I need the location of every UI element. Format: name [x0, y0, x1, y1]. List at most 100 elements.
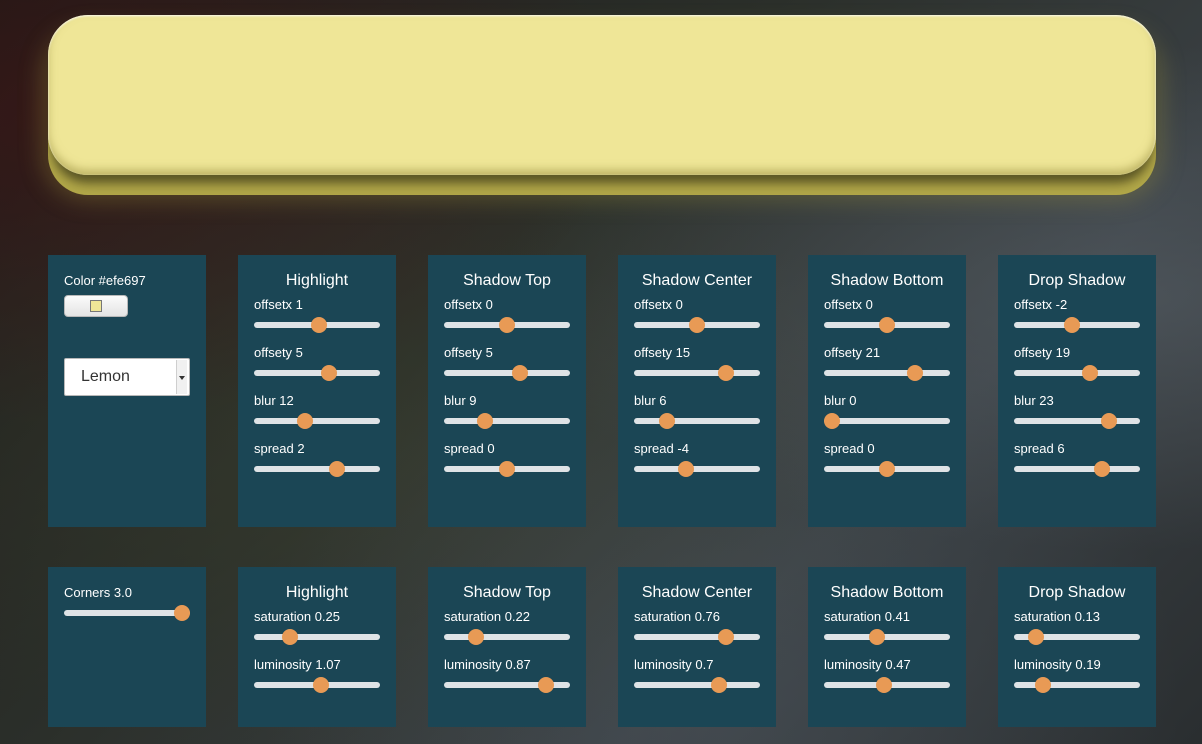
color-adjust-panel-highlight: Highlight saturation 0.25 luminosity 1.07: [238, 567, 396, 727]
spread-slider[interactable]: [444, 461, 570, 477]
saturation-slider[interactable]: [634, 629, 760, 645]
offsety-slider[interactable]: [824, 365, 950, 381]
slider-thumb[interactable]: [678, 461, 694, 477]
shadow-panel-shadow-bottom: Shadow Bottom offsetx 0 offsety 21 blur 0 sp…: [808, 255, 966, 527]
slider-thumb[interactable]: [1063, 317, 1080, 333]
slider-thumb[interactable]: [311, 317, 328, 333]
offsetx-slider[interactable]: [444, 317, 570, 333]
spread-slider[interactable]: [824, 461, 950, 477]
color-label: Color #efe697: [64, 273, 146, 288]
slider-label: luminosity 1.07: [254, 657, 341, 672]
offsetx-slider[interactable]: [634, 317, 760, 333]
slider-label: saturation 0.13: [1014, 609, 1101, 624]
slider-thumb[interactable]: [499, 461, 515, 477]
slider-label: spread 2: [254, 441, 305, 456]
corners-slider-thumb[interactable]: [174, 605, 190, 621]
luminosity-slider[interactable]: [444, 677, 570, 693]
panel-title: Highlight: [285, 272, 349, 289]
slider-label: offsetx 0: [824, 297, 873, 312]
slider-label: saturation 0.76: [634, 609, 721, 624]
panel-title: Shadow Bottom: [830, 272, 944, 289]
palette-select[interactable]: Lemon: [64, 358, 190, 396]
offsety-slider[interactable]: [634, 365, 760, 381]
blur-slider[interactable]: [634, 413, 760, 429]
offsety-slider[interactable]: [254, 365, 380, 381]
saturation-slider[interactable]: [254, 629, 380, 645]
blur-slider[interactable]: [444, 413, 570, 429]
slider-label: blur 0: [824, 393, 857, 408]
slider-label: offsety 21: [824, 345, 881, 360]
slider-label: blur 6: [634, 393, 667, 408]
offsetx-slider[interactable]: [1014, 317, 1140, 333]
corners-slider[interactable]: [64, 605, 190, 621]
luminosity-slider[interactable]: [254, 677, 380, 693]
color-swatch: [90, 300, 102, 312]
color-picker-button[interactable]: [64, 295, 128, 317]
saturation-slider[interactable]: [1014, 629, 1140, 645]
luminosity-slider[interactable]: [824, 677, 950, 693]
slider-thumb[interactable]: [313, 677, 330, 693]
slider-thumb[interactable]: [296, 413, 313, 429]
slider-label: offsetx -2: [1014, 297, 1068, 312]
slider-thumb[interactable]: [906, 365, 923, 381]
slider-thumb[interactable]: [1082, 365, 1099, 381]
slider-thumb[interactable]: [1034, 677, 1051, 693]
slider-label: blur 12: [254, 393, 294, 408]
color-adjust-panel-shadow-top: Shadow Top saturation 0.22 luminosity 0.87: [428, 567, 586, 727]
blur-slider[interactable]: [824, 413, 950, 429]
luminosity-slider[interactable]: [1014, 677, 1140, 693]
saturation-slider[interactable]: [444, 629, 570, 645]
panel-title: Shadow Center: [641, 584, 753, 601]
slider-label: spread 0: [444, 441, 495, 456]
blur-slider[interactable]: [254, 413, 380, 429]
corners-label: Corners 3.0: [64, 585, 132, 600]
panel-title: Shadow Bottom: [830, 584, 944, 601]
slider-thumb[interactable]: [689, 317, 705, 333]
offsetx-slider[interactable]: [254, 317, 380, 333]
slider-label: saturation 0.41: [824, 609, 911, 624]
slider-label: saturation 0.22: [444, 609, 531, 624]
slider-thumb[interactable]: [468, 629, 485, 645]
slider-thumb[interactable]: [499, 317, 515, 333]
saturation-slider[interactable]: [824, 629, 950, 645]
offsetx-slider[interactable]: [824, 317, 950, 333]
panel-title: Drop Shadow: [1028, 584, 1126, 601]
slider-thumb[interactable]: [879, 461, 895, 477]
slider-thumb[interactable]: [824, 413, 840, 429]
slider-thumb[interactable]: [659, 413, 676, 429]
slider-thumb[interactable]: [1094, 461, 1111, 477]
slider-thumb[interactable]: [711, 677, 727, 693]
slider-thumb[interactable]: [281, 629, 298, 645]
slider-thumb[interactable]: [875, 677, 892, 693]
slider-label: spread -4: [634, 441, 689, 456]
button-preview: [48, 15, 1156, 175]
shadow-panel-shadow-center: Shadow Center offsetx 0 offsety 15 blur 6 sp…: [618, 255, 776, 527]
slider-thumb[interactable]: [537, 677, 554, 693]
offsety-slider[interactable]: [1014, 365, 1140, 381]
slider-label: offsetx 1: [254, 297, 303, 312]
slider-thumb[interactable]: [1100, 413, 1117, 429]
slider-label: luminosity 0.87: [444, 657, 531, 672]
shadow-panel-highlight: Highlight offsetx 1 offsety 5 blur 12 spread…: [238, 255, 396, 527]
spread-slider[interactable]: [634, 461, 760, 477]
slider-label: offsetx 0: [634, 297, 683, 312]
spread-slider[interactable]: [254, 461, 380, 477]
corners-panel: Corners 3.0: [48, 567, 206, 727]
offsety-slider[interactable]: [444, 365, 570, 381]
slider-thumb[interactable]: [1028, 629, 1045, 645]
slider-thumb[interactable]: [869, 629, 886, 645]
chevron-down-icon[interactable]: [176, 360, 187, 394]
spread-slider[interactable]: [1014, 461, 1140, 477]
slider-thumb[interactable]: [512, 365, 529, 381]
slider-thumb[interactable]: [717, 629, 734, 645]
slider-label: luminosity 0.7: [634, 657, 714, 672]
slider-thumb[interactable]: [321, 365, 338, 381]
slider-thumb[interactable]: [328, 461, 345, 477]
luminosity-slider[interactable]: [634, 677, 760, 693]
blur-slider[interactable]: [1014, 413, 1140, 429]
slider-label: offsetx 0: [444, 297, 493, 312]
color-adjust-panel-drop-shadow: Drop Shadow saturation 0.13 luminosity 0.1…: [998, 567, 1156, 727]
slider-thumb[interactable]: [717, 365, 734, 381]
slider-thumb[interactable]: [477, 413, 493, 429]
slider-thumb[interactable]: [879, 317, 895, 333]
